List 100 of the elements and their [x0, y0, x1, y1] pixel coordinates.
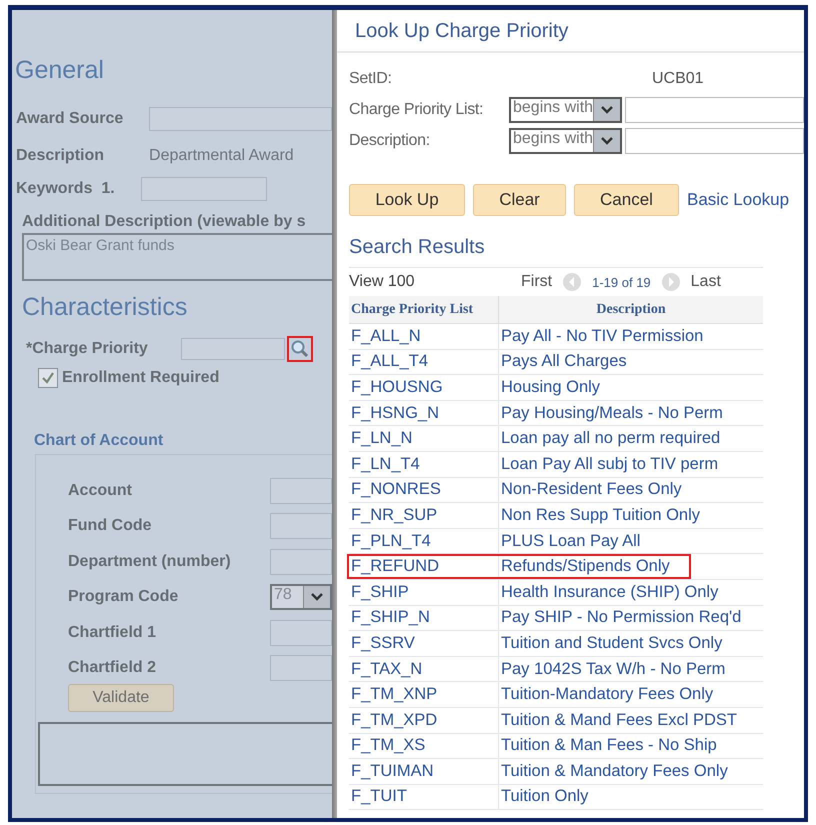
basic-lookup-link[interactable]: Basic Lookup [687, 190, 790, 210]
dialog-title: Look Up Charge Priority [337, 10, 804, 53]
result-row[interactable]: F_LN_N Loan pay all no perm required [349, 426, 763, 452]
result-link[interactable]: F_REFUND [351, 557, 440, 576]
result-link[interactable]: F_TM_XNP [351, 685, 438, 704]
result-link[interactable]: Health Insurance (SHIP) Only [501, 582, 718, 602]
view-all-link[interactable]: View 100 [349, 273, 521, 291]
text-area[interactable] [38, 722, 332, 786]
input-field[interactable] [180, 338, 285, 360]
input-field[interactable] [270, 513, 332, 540]
input-field[interactable] [270, 620, 332, 646]
result-link[interactable]: F_TM_XS [351, 736, 426, 756]
field-value: Departmental Award [149, 147, 294, 165]
result-link[interactable]: F_LN_N [351, 429, 412, 448]
result-link[interactable]: Loan pay all no perm required [501, 429, 720, 448]
result-row[interactable]: F_TM_XS Tuition & Man Fees - No Ship [349, 734, 763, 760]
result-row[interactable]: F_NONRES Non-Resident Fees Only [349, 478, 763, 504]
action-button[interactable]: Look Up [349, 184, 465, 216]
checkbox-label: Enrollment Required [62, 369, 220, 387]
group-title: Chart of Account [34, 432, 164, 450]
input-field[interactable] [270, 655, 332, 682]
result-link[interactable]: Tuition & Mand Fees Excl PDST [501, 710, 737, 730]
result-link[interactable]: Non-Resident Fees Only [501, 480, 682, 500]
result-link[interactable]: F_SHIP_N [351, 608, 430, 628]
result-link[interactable]: F_PLN_T4 [351, 532, 431, 551]
search-icon[interactable] [286, 336, 313, 362]
input-field[interactable] [270, 548, 332, 575]
result-link[interactable]: F_SHIP [351, 582, 409, 602]
next-icon[interactable] [660, 272, 681, 292]
input-field[interactable] [149, 107, 332, 131]
action-button[interactable]: Clear [473, 184, 566, 216]
result-row[interactable]: F_SHIP Health Insurance (SHIP) Only [349, 580, 763, 606]
result-link[interactable]: F_TAX_N [351, 660, 422, 679]
result-link[interactable]: Pay 1042S Tax W/h - No Perm [501, 660, 726, 679]
result-link[interactable]: Tuition-Mandatory Fees Only [501, 685, 714, 704]
field-label: Additional Description (viewable by s [22, 213, 307, 231]
last-link[interactable]: Last [690, 273, 721, 291]
result-link[interactable]: F_TUIT [351, 787, 407, 806]
chevron-down-icon [310, 592, 324, 602]
result-row[interactable]: F_PLN_T4 PLUS Loan Pay All [349, 528, 763, 554]
result-row[interactable]: F_LN_T4 Loan Pay All subj to TIV perm [349, 452, 763, 478]
result-row[interactable]: F_ALL_N Pay All - No TIV Permission [349, 324, 763, 350]
action-button[interactable]: Cancel [574, 184, 679, 216]
result-link[interactable]: Tuition and Student Svcs Only [501, 634, 722, 653]
result-row[interactable]: F_HSNG_N Pay Housing/Meals - No Perm [349, 400, 763, 426]
field-label: Program Code [68, 588, 180, 606]
result-link[interactable]: F_LN_T4 [351, 454, 420, 474]
result-row[interactable]: F_REFUND Refunds/Stipends Only [349, 554, 763, 580]
result-link[interactable]: Pay All - No TIV Permission [501, 326, 704, 346]
field-label: Charge Priority List: [349, 100, 484, 118]
result-link[interactable]: Loan Pay All subj to TIV perm [501, 454, 718, 474]
result-link[interactable]: F_HSNG_N [351, 404, 440, 423]
result-row[interactable]: F_TUIT Tuition Only [349, 784, 763, 810]
result-row[interactable]: F_ALL_T4 Pays All Charges [349, 350, 763, 376]
result-row[interactable]: F_HOUSNG Housing Only [349, 375, 763, 401]
result-link[interactable]: Housing Only [501, 378, 600, 397]
section-title: Search Results [349, 236, 486, 259]
field-label: SetID: [349, 70, 393, 88]
first-link[interactable]: First [521, 273, 552, 291]
result-link[interactable]: PLUS Loan Pay All [501, 532, 640, 551]
result-link[interactable]: F_TM_XPD [351, 710, 438, 730]
result-link[interactable]: F_HOUSNG [351, 378, 443, 397]
result-row[interactable]: F_NR_SUP Non Res Supp Tuition Only [349, 503, 763, 529]
field-value: UCB01 [652, 70, 704, 88]
result-row[interactable]: F_TAX_N Pay 1042S Tax W/h - No Perm [349, 656, 763, 682]
operator-dropdown[interactable]: begins with [509, 128, 622, 154]
field-label: Chartfield 2 [68, 659, 158, 678]
result-row[interactable]: F_TUIMAN Tuition & Mandatory Fees Only [349, 759, 763, 785]
result-link[interactable]: F_ALL_N [351, 326, 421, 346]
field-label: Chartfield 1 [68, 624, 158, 642]
field-label: Award Source [16, 110, 124, 128]
result-link[interactable]: Tuition & Man Fees - No Ship [501, 736, 717, 756]
operator-dropdown[interactable]: begins with [509, 96, 622, 122]
result-link[interactable]: Tuition Only [501, 787, 588, 806]
result-link[interactable]: F_NONRES [351, 480, 441, 500]
result-link[interactable]: F_ALL_T4 [351, 352, 428, 372]
checkbox[interactable] [38, 368, 58, 388]
result-link[interactable]: Non Res Supp Tuition Only [501, 506, 700, 525]
page-range: 1-19 of 19 [592, 274, 651, 290]
result-row[interactable]: F_TM_XNP Tuition-Mandatory Fees Only [349, 682, 763, 708]
result-link[interactable]: Pay SHIP - No Permission Req'd [501, 608, 742, 628]
result-link[interactable]: F_NR_SUP [351, 506, 438, 525]
previous-icon[interactable] [562, 272, 582, 292]
result-row[interactable]: F_TM_XPD Tuition & Mand Fees Excl PDST [349, 708, 763, 734]
input-field[interactable] [140, 177, 267, 201]
result-link[interactable]: Pays All Charges [501, 352, 627, 372]
section-title: General [15, 56, 105, 85]
input-field[interactable] [625, 128, 804, 154]
result-link[interactable]: Pay Housing/Meals - No Perm [501, 404, 723, 423]
result-link[interactable]: F_TUIMAN [351, 762, 434, 781]
chevron-down-icon [600, 104, 614, 114]
field-label: Description [16, 147, 104, 165]
field-label: *Charge Priority [26, 340, 148, 358]
result-link[interactable]: F_SSRV [351, 634, 415, 653]
input-field[interactable] [270, 478, 332, 504]
result-row[interactable]: F_SHIP_N Pay SHIP - No Permission Req'd [349, 606, 763, 632]
result-link[interactable]: Refunds/Stipends Only [501, 557, 670, 576]
result-row[interactable]: F_SSRV Tuition and Student Svcs Only [349, 631, 763, 657]
result-link[interactable]: Tuition & Mandatory Fees Only [501, 762, 728, 781]
input-field[interactable] [625, 96, 804, 122]
